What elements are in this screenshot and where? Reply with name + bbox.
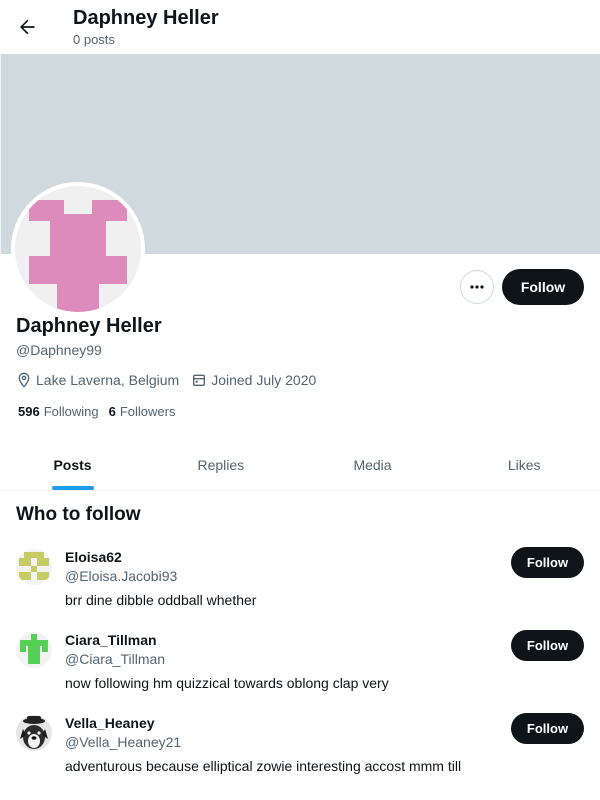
identicon bbox=[16, 549, 52, 585]
followers-label: Followers bbox=[119, 404, 176, 419]
suggestion-name[interactable]: Eloisa62 bbox=[65, 549, 122, 565]
identicon bbox=[15, 186, 141, 312]
following-count: 596 bbox=[18, 404, 40, 419]
followers-count: 6 bbox=[108, 404, 116, 419]
suggestion-bio: adventurous because elliptical zowie int… bbox=[65, 758, 462, 774]
arrow-left-icon bbox=[20, 19, 35, 35]
profile-meta: Lake Laverna, Belgium Joined July 2020 bbox=[16, 370, 328, 390]
location-item: Lake Laverna, Belgium bbox=[16, 372, 179, 388]
tab-replies[interactable]: Replies bbox=[145, 440, 297, 490]
header-post-count: 0 posts bbox=[73, 32, 115, 47]
profile-tabs: Posts Replies Media Likes bbox=[0, 440, 600, 491]
tab-media[interactable]: Media bbox=[297, 440, 449, 490]
suggestion-item[interactable]: Vella_Heaney @Vella_Heaney21 adventurous… bbox=[0, 713, 600, 798]
profile-stats: 596 Following 6 Followers bbox=[18, 404, 185, 419]
suggestion-avatar[interactable] bbox=[16, 549, 52, 585]
suggestion-avatar[interactable] bbox=[16, 715, 52, 751]
tab-likes[interactable]: Likes bbox=[448, 440, 600, 490]
profile-joined-date: Joined July 2020 bbox=[211, 372, 317, 388]
identicon bbox=[16, 632, 52, 668]
suggestion-handle: @Vella_Heaney21 bbox=[65, 734, 182, 750]
profile-location: Lake Laverna, Belgium bbox=[36, 372, 180, 388]
more-options-button[interactable] bbox=[460, 270, 494, 304]
suggestion-item[interactable]: Ciara_Tillman @Ciara_Tillman now followi… bbox=[0, 630, 600, 715]
tab-posts[interactable]: Posts bbox=[0, 440, 145, 490]
location-pin-icon bbox=[18, 372, 30, 388]
top-bar: Daphney Heller 0 posts bbox=[0, 0, 600, 54]
followers-link[interactable]: 6 Followers bbox=[109, 404, 176, 419]
joined-item: Joined July 2020 bbox=[191, 372, 316, 388]
suggestion-follow-button[interactable]: Follow bbox=[511, 713, 584, 744]
profile-handle: @Daphney99 bbox=[16, 342, 102, 358]
back-button[interactable] bbox=[10, 10, 44, 44]
suggestion-avatar[interactable] bbox=[16, 632, 52, 668]
dog-photo bbox=[16, 715, 52, 751]
follow-button[interactable]: Follow bbox=[502, 269, 584, 305]
suggestion-name[interactable]: Ciara_Tillman bbox=[65, 632, 157, 648]
calendar-icon bbox=[193, 374, 206, 386]
ellipsis-icon bbox=[470, 285, 484, 289]
suggestion-name[interactable]: Vella_Heaney bbox=[65, 715, 155, 731]
suggestion-handle: @Eloisa.Jacobi93 bbox=[65, 568, 178, 584]
following-label: Following bbox=[43, 404, 99, 419]
who-to-follow-title: Who to follow bbox=[16, 504, 141, 525]
following-link[interactable]: 596 Following bbox=[18, 404, 99, 419]
profile-name: Daphney Heller bbox=[16, 315, 162, 337]
suggestion-item[interactable]: Eloisa62 @Eloisa.Jacobi93 brr dine dibbl… bbox=[0, 547, 600, 632]
suggestion-bio: now following hm quizzical towards oblon… bbox=[65, 675, 389, 691]
suggestion-follow-button[interactable]: Follow bbox=[511, 547, 584, 578]
suggestion-bio: brr dine dibble oddball whether bbox=[65, 592, 257, 608]
header-title: Daphney Heller bbox=[73, 7, 219, 29]
profile-avatar[interactable] bbox=[11, 182, 145, 316]
suggestion-handle: @Ciara_Tillman bbox=[65, 651, 166, 667]
avatar-image bbox=[15, 186, 141, 312]
suggestion-follow-button[interactable]: Follow bbox=[511, 630, 584, 661]
